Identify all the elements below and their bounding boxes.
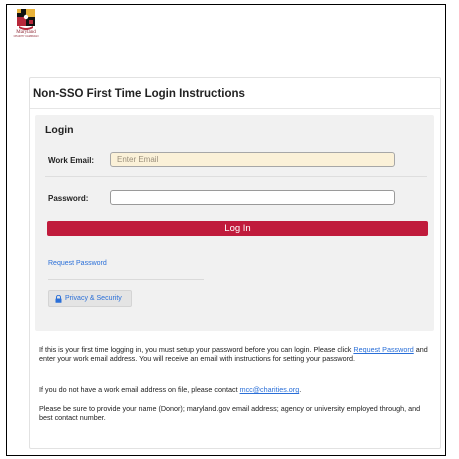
work-email-input[interactable] (110, 152, 395, 167)
password-input[interactable] (110, 190, 395, 205)
instructions-text: If you do not have a work email address … (39, 385, 240, 394)
instructions-paragraph-2: If you do not have a work email address … (39, 385, 434, 395)
request-password-link[interactable]: Request Password (48, 260, 107, 267)
instructions-paragraph-3: Please be sure to provide your name (Don… (39, 404, 421, 422)
instructions-text: . (299, 385, 302, 394)
login-card: Non-SSO First Time Login Instructions Lo… (29, 77, 441, 449)
log-in-button[interactable]: Log In (47, 221, 428, 236)
link-separator (48, 279, 204, 280)
privacy-security-label: Privacy & Security (65, 295, 122, 302)
lock-icon (55, 294, 62, 303)
request-password-inline-link[interactable]: Request Password (353, 345, 413, 354)
login-panel: Login Work Email: Password: Log In Reque… (35, 115, 434, 331)
maryland-logo: Maryland CHARITY CAMPAIGN (13, 6, 39, 40)
card-divider (30, 108, 440, 109)
log-in-button-label: Log In (224, 223, 251, 234)
logo-subtext: CHARITY CAMPAIGN (13, 35, 39, 38)
password-label: Password: (48, 194, 89, 203)
row-separator (45, 176, 427, 177)
contact-email-link[interactable]: mcc@charities.org (240, 385, 300, 394)
work-email-label: Work Email: (48, 156, 95, 165)
instructions-paragraph-1: If this is your first time logging in, y… (39, 345, 434, 363)
maryland-flag-icon (17, 9, 35, 30)
card-title: Non-SSO First Time Login Instructions (33, 88, 245, 100)
login-title: Login (45, 124, 74, 136)
privacy-security-button[interactable]: Privacy & Security (48, 290, 132, 307)
